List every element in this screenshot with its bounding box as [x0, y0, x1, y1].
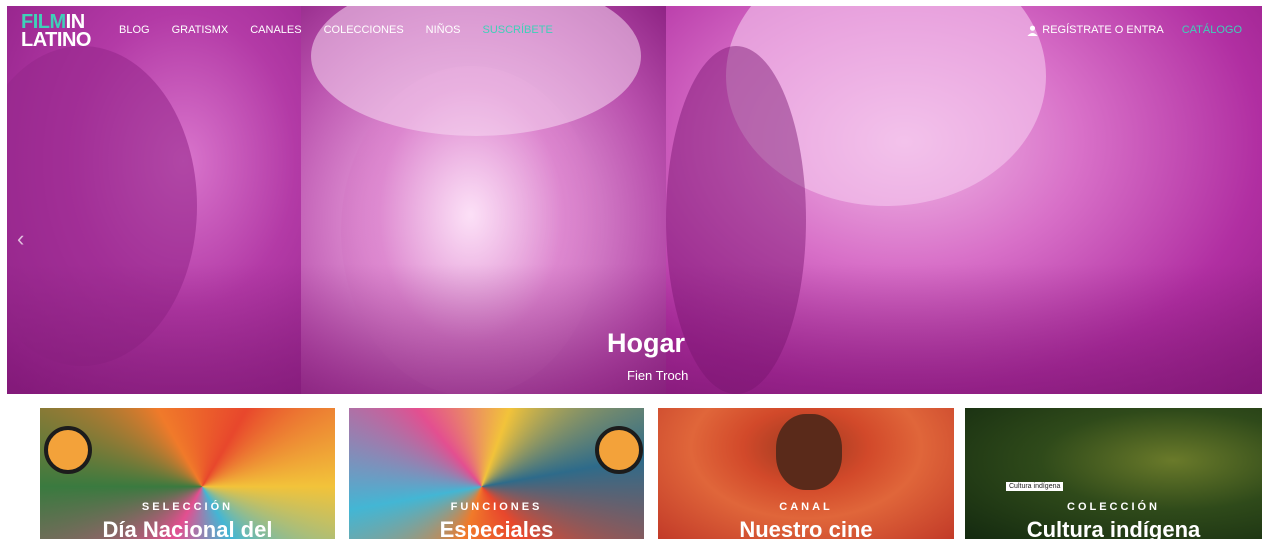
card-tag: Cultura indígena	[1006, 482, 1064, 491]
site-logo[interactable]: FILMIN LATINO	[21, 12, 103, 51]
nav-link-colecciones[interactable]: COLECCIONES	[324, 24, 404, 36]
film-reel-graphic	[44, 426, 92, 474]
nav-link-canales[interactable]: CANALES	[250, 24, 301, 36]
carousel-prev-icon[interactable]: ‹	[17, 226, 24, 252]
card-title: Especiales	[439, 517, 554, 539]
nav-link-blog[interactable]: BLOG	[119, 24, 150, 36]
card-seleccion[interactable]: SELECCIÓN Día Nacional del	[40, 408, 335, 539]
card-funciones[interactable]: FUNCIONES Especiales	[349, 408, 644, 539]
card-kicker: FUNCIONES	[450, 501, 543, 513]
card-portrait	[776, 414, 842, 490]
card-title: Día Nacional del	[102, 517, 273, 539]
login-label: REGÍSTRATE O ENTRA	[1042, 24, 1164, 36]
card-kicker: COLECCIÓN	[1067, 501, 1160, 513]
nav-links: BLOG GRATISMX CANALES COLECCIONES NIÑOS …	[119, 24, 575, 36]
card-coleccion[interactable]: Cultura indígena COLECCIÓN Cultura indíg…	[965, 408, 1262, 539]
nav-link-suscribete[interactable]: SUSCRÍBETE	[483, 24, 553, 36]
top-navigation: FILMIN LATINO BLOG GRATISMX CANALES COLE…	[7, 6, 1262, 56]
nav-right: REGÍSTRATE O ENTRA CATÁLOGO	[1027, 24, 1242, 36]
card-kicker: SELECCIÓN	[141, 501, 234, 513]
user-icon	[1027, 25, 1038, 36]
hero-subtitle: Fien Troch	[627, 368, 689, 383]
card-title: Cultura indígena	[1026, 517, 1201, 539]
card-title: Nuestro cine	[739, 517, 873, 539]
featured-cards: SELECCIÓN Día Nacional del FUNCIONES Esp…	[0, 408, 1262, 539]
nav-link-ninos[interactable]: NIÑOS	[426, 24, 461, 36]
film-reel-graphic	[595, 426, 643, 474]
hero-title[interactable]: Hogar	[607, 328, 685, 359]
login-link[interactable]: REGÍSTRATE O ENTRA	[1027, 24, 1164, 36]
card-kicker: CANAL	[779, 501, 833, 513]
nav-link-gratismx[interactable]: GRATISMX	[172, 24, 229, 36]
card-canal[interactable]: CANAL Nuestro cine	[658, 408, 954, 539]
catalog-link[interactable]: CATÁLOGO	[1182, 24, 1242, 36]
hero-banner[interactable]: ‹ Hogar Fien Troch	[7, 6, 1262, 394]
